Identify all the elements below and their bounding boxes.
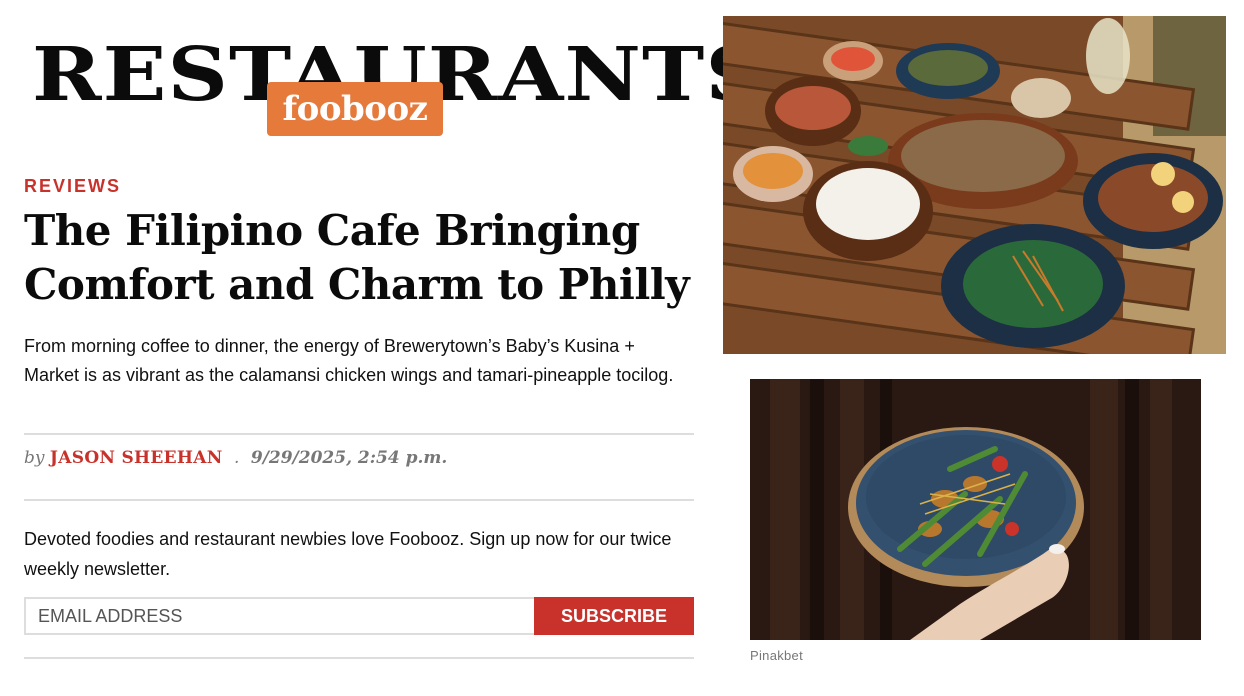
email-input[interactable] — [24, 597, 534, 635]
food-spread-image — [723, 16, 1226, 354]
photo-caption: Pinakbet — [750, 648, 803, 663]
pinakbet-image — [750, 379, 1201, 640]
author-link[interactable]: JASON SHEEHAN — [50, 448, 223, 468]
byline-separator: . — [234, 448, 240, 468]
newsletter-form: SUBSCRIBE — [24, 597, 694, 635]
newsletter-promo: Devoted foodies and restaurant newbies l… — [24, 529, 672, 579]
food-spread-photo — [723, 16, 1226, 354]
byline-prefix: by — [24, 448, 45, 468]
subscribe-button[interactable]: SUBSCRIBE — [534, 597, 694, 635]
foobooz-logo[interactable]: foobooz — [267, 82, 443, 136]
divider — [24, 499, 694, 501]
article-dek: From morning coffee to dinner, the energ… — [24, 336, 674, 385]
divider — [24, 657, 694, 659]
pinakbet-photo — [750, 379, 1201, 640]
category-kicker[interactable]: REVIEWS — [24, 176, 121, 197]
article-headline: The Filipino Cafe Bringing Comfort and C… — [24, 206, 690, 309]
byline: by JASON SHEEHAN . 9/29/2025, 2:54 p.m. — [24, 448, 447, 468]
publish-date: 9/29/2025, 2:54 p.m. — [250, 448, 448, 468]
section-masthead[interactable]: RESTAURANTS foobooz — [32, 30, 766, 140]
divider — [24, 433, 694, 435]
